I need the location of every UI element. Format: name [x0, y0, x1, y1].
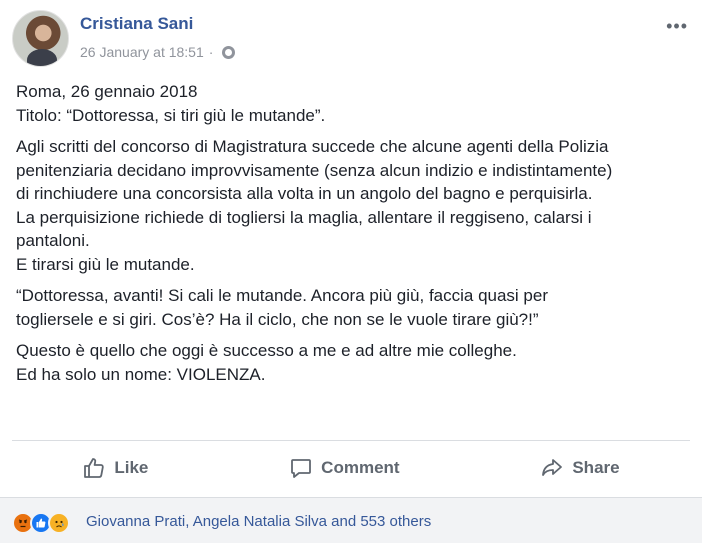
like-button[interactable]: Like	[82, 456, 148, 480]
globe-icon[interactable]	[222, 45, 236, 59]
post-actions: Like Comment Share	[12, 448, 690, 488]
share-arrow-icon	[542, 459, 563, 476]
comment-label: Comment	[321, 458, 400, 477]
comment-icon	[291, 459, 312, 478]
ellipsis-icon[interactable]: •••	[666, 16, 688, 37]
post-text-line: “Dottoressa, avanti! Si cali le mutande.…	[16, 286, 549, 305]
author-name[interactable]: Cristiana Sani	[80, 14, 193, 34]
reaction-summary[interactable]: Giovanna Prati, Angela Natalia Silva and…	[86, 513, 431, 530]
post-header: Cristiana Sani 26 January at 18:51 · •••	[12, 10, 690, 70]
thumbs-up-icon	[84, 458, 105, 478]
post-timestamp[interactable]: 26 January at 18:51	[80, 44, 204, 60]
post-text-line: penitenziaria decidano improvvisamente (…	[16, 160, 613, 180]
post-paragraph: Questo è quello che oggi è successo a me…	[16, 339, 696, 386]
post-paragraph: Agli scritti del concorso di Magistratur…	[16, 135, 696, 276]
like-label: Like	[114, 458, 149, 477]
reaction-icons[interactable]	[12, 512, 70, 534]
sad-reaction-icon	[48, 512, 70, 534]
post-text-line: La perquisizione richiede di togliersi l…	[16, 207, 592, 227]
facebook-post: Cristiana Sani 26 January at 18:51 · •••…	[0, 0, 702, 543]
post-text: Roma, 26 gennaio 2018 Titolo: “Dottoressa…	[16, 80, 696, 394]
comment-button[interactable]: Comment	[289, 456, 400, 480]
avatar-figure	[27, 49, 57, 66]
reactions-bar: Giovanna Prati, Angela Natalia Silva and…	[0, 497, 702, 543]
share-button[interactable]: Share	[540, 456, 620, 480]
post-text-line: Questo è quello che oggi è successo a me…	[16, 341, 517, 360]
post-text-line: Agli scritti del concorso di Magistratur…	[16, 137, 609, 156]
post-paragraph: Roma, 26 gennaio 2018 Titolo: “Dottoressa…	[16, 80, 696, 127]
post-text-line: Ed ha solo un nome: VIOLENZA.	[16, 364, 266, 384]
post-text-line: Titolo: “Dottoressa, si tiri giù le muta…	[16, 105, 326, 125]
post-text-line: E tirarsi giù le mutande.	[16, 254, 195, 274]
post-paragraph: “Dottoressa, avanti! Si cali le mutande.…	[16, 284, 696, 331]
post-text-line: di rinchiudere una concorsista alla volt…	[16, 184, 593, 203]
share-label: Share	[572, 458, 620, 477]
actions-divider	[12, 440, 690, 441]
post-text-line: Roma, 26 gennaio 2018	[16, 82, 198, 101]
post-meta: 26 January at 18:51 ·	[80, 44, 236, 60]
post-text-line: togliersele e si giri. Cos’è? Ha il cicl…	[16, 309, 539, 329]
post-text-line: pantaloni.	[16, 231, 90, 250]
author-avatar[interactable]	[12, 10, 69, 67]
